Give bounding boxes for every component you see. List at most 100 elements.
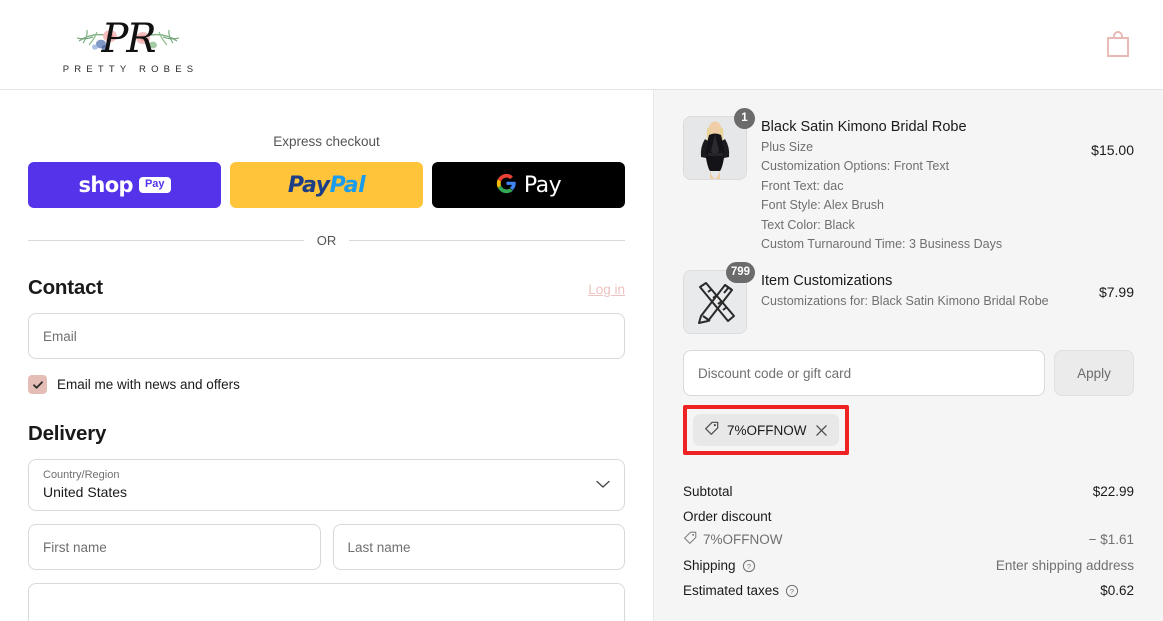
brand-mark: PR: [77, 15, 179, 63]
line-item-thumbnail-wrap: 1: [683, 108, 755, 180]
log-in-link[interactable]: Log in: [588, 282, 625, 297]
line-item-option: Front Text: dac: [761, 178, 844, 193]
contact-title: Contact: [28, 276, 103, 299]
email-placeholder: Email: [43, 328, 77, 344]
line-item-title: Item Customizations: [761, 273, 893, 290]
subtotal-label: Subtotal: [683, 484, 733, 500]
line-item-title: Black Satin Kimono Bridal Robe: [761, 119, 967, 135]
contact-section-header: Contact Log in: [28, 276, 625, 300]
newsletter-checkbox[interactable]: [28, 375, 47, 394]
paypal-wordmark-a: Pay: [287, 172, 330, 198]
shop-pay-chip: Pay: [138, 177, 171, 193]
total-row-discount-code: 7%OFFNOW − $1.61: [683, 529, 1134, 553]
google-pay-logo: Pay: [496, 172, 562, 198]
checkout-form-column: Express checkout shop Pay PayPal Pay OR …: [0, 90, 653, 621]
applied-discount-highlight: 7%OFFNOW: [683, 405, 849, 456]
total-row-order-discount: Order discount: [683, 504, 1134, 529]
discount-code-label-group: 7%OFFNOW: [683, 531, 783, 548]
line-item-option: Custom Turnaround Time: 3 Business Days: [761, 236, 1003, 251]
last-name-field[interactable]: Last name: [332, 524, 625, 570]
line-item-option: Text Color: Black: [761, 217, 855, 232]
shopping-bag-icon[interactable]: [1103, 28, 1133, 62]
delivery-title: Delivery: [28, 422, 107, 445]
total-row-estimated-taxes: Estimated taxes ? $0.62: [683, 578, 1134, 603]
or-label: OR: [316, 233, 337, 248]
brand-wordmark: PRETTY ROBES: [62, 63, 199, 75]
paypal-button[interactable]: PayPal: [230, 162, 423, 208]
express-checkout-label: Express checkout: [273, 134, 380, 149]
line-item-details: Item Customizations Customizations for: …: [761, 270, 1085, 311]
discount-row: Discount code or gift card Apply: [683, 350, 1134, 397]
order-summary-column: 1 Black Satin Kimono Bridal Robe Plus Si…: [653, 90, 1163, 621]
line-item-details: Black Satin Kimono Bridal Robe Plus Size…: [761, 116, 1077, 254]
brand-initials: PR: [101, 15, 156, 62]
shop-pay-button[interactable]: shop Pay: [28, 162, 221, 208]
quantity-badge: 1: [734, 108, 755, 129]
paypal-logo: PayPal: [287, 172, 366, 198]
divider-rule-right: [349, 240, 625, 241]
line-item-option: Customizations for: Black Satin Kimono B…: [761, 294, 1049, 309]
newsletter-label: Email me with news and offers: [57, 377, 240, 392]
name-fields-row: First name Last name: [28, 511, 625, 570]
shipping-label: Shipping: [683, 558, 736, 574]
applied-discount-code: 7%OFFNOW: [727, 422, 807, 438]
estimated-taxes-value: $0.62: [1100, 583, 1134, 599]
email-field[interactable]: Email: [28, 313, 625, 359]
discount-amount-value: − $1.61: [1088, 532, 1134, 548]
subtotal-value: $22.99: [1092, 484, 1134, 500]
first-name-field[interactable]: First name: [28, 524, 321, 570]
line-item-option: Plus Size: [761, 140, 814, 155]
or-divider: OR: [28, 233, 625, 248]
first-name-placeholder: First name: [43, 539, 107, 555]
line-item-price: $15.00: [1091, 142, 1134, 158]
line-item-price: $7.99: [1098, 284, 1134, 301]
discount-code-placeholder: Discount code or gift card: [698, 365, 852, 381]
line-items-list: 1 Black Satin Kimono Bridal Robe Plus Si…: [683, 90, 1134, 335]
site-header: PR PRETTY ROBES: [0, 0, 1163, 90]
applied-discount-chip[interactable]: 7%OFFNOW: [693, 414, 839, 447]
estimated-taxes-label: Estimated taxes: [683, 583, 780, 599]
express-wallet-row: shop Pay PayPal Pay: [28, 162, 625, 208]
shop-pay-logo: shop Pay: [78, 173, 171, 197]
info-icon[interactable]: ?: [742, 559, 756, 573]
quantity-badge: 799: [725, 262, 755, 284]
google-pay-wordmark: Pay: [523, 172, 562, 198]
close-icon[interactable]: [815, 424, 828, 437]
order-discount-label: Order discount: [683, 509, 772, 525]
order-totals: Subtotal $22.99 Order discount 7%OFFNOW: [683, 479, 1134, 603]
last-name-placeholder: Last name: [347, 539, 411, 555]
country-region-value: United States: [43, 483, 128, 500]
country-region-select[interactable]: Country/Region United States: [28, 459, 625, 511]
shipping-value: Enter shipping address: [995, 558, 1134, 574]
shipping-label-group: Shipping ?: [683, 558, 756, 573]
info-icon[interactable]: ?: [785, 584, 799, 598]
delivery-section-header: Delivery: [28, 422, 625, 446]
line-item-option: Customization Options: Front Text: [761, 159, 950, 174]
estimated-taxes-label-group: Estimated taxes ?: [683, 583, 799, 598]
svg-text:?: ?: [746, 562, 750, 571]
line-item: 799 Item Customizations Customizations f…: [683, 262, 1134, 335]
shop-pay-wordmark: shop: [78, 173, 133, 197]
line-item-thumbnail-wrap: 799: [683, 262, 755, 335]
google-pay-button[interactable]: Pay: [432, 162, 625, 208]
brand-logo[interactable]: PR PRETTY ROBES: [28, 15, 228, 75]
check-icon: [32, 380, 43, 389]
chevron-down-icon: [596, 476, 610, 494]
total-row-subtotal: Subtotal $22.99: [683, 479, 1134, 504]
divider-rule-left: [28, 240, 304, 241]
discount-code-name: 7%OFFNOW: [703, 532, 783, 548]
address-field[interactable]: [28, 583, 625, 621]
price-tag-icon: [704, 421, 719, 439]
line-item: 1 Black Satin Kimono Bridal Robe Plus Si…: [683, 108, 1134, 254]
apply-discount-button[interactable]: Apply: [1054, 350, 1134, 397]
newsletter-checkbox-row[interactable]: Email me with news and offers: [28, 375, 625, 394]
google-g-icon: [496, 173, 517, 197]
price-tag-icon: [683, 531, 697, 548]
line-item-option: Font Style: Alex Brush: [761, 198, 884, 213]
total-row-shipping: Shipping ? Enter shipping address: [683, 553, 1134, 578]
checkout-body: Express checkout shop Pay PayPal Pay OR …: [0, 90, 1163, 621]
discount-code-input[interactable]: Discount code or gift card: [683, 350, 1045, 397]
paypal-wordmark-b: Pal: [329, 172, 366, 198]
country-region-label: Country/Region: [43, 469, 120, 482]
svg-text:?: ?: [790, 587, 794, 596]
